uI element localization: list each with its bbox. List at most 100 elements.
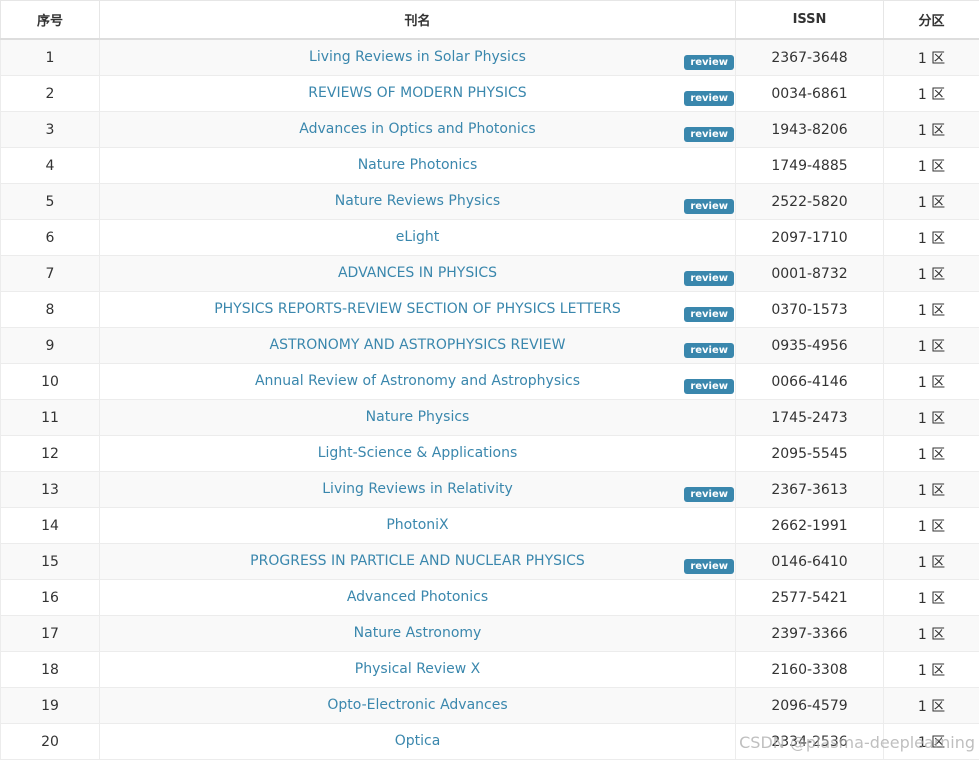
table-header: 序号 刊名 ISSN 分区 <box>1 1 979 40</box>
row-journal-name-cell: PROGRESS IN PARTICLE AND NUCLEAR PHYSICS… <box>100 544 736 580</box>
header-issn[interactable]: ISSN <box>736 1 884 40</box>
table-row: 11Nature Physics1745-24731 区 <box>1 400 979 436</box>
row-index: 11 <box>1 400 100 436</box>
journal-name-link[interactable]: Nature Reviews Physics <box>335 193 500 209</box>
table-row: 9ASTRONOMY AND ASTROPHYSICS REVIEWreview… <box>1 328 979 364</box>
journal-name-link[interactable]: REVIEWS OF MODERN PHYSICS <box>308 85 526 101</box>
row-issn: 2577-5421 <box>736 580 884 616</box>
row-zone: 1 区 <box>884 688 979 724</box>
table-row: 12Light-Science & Applications2095-55451… <box>1 436 979 472</box>
row-journal-name-cell: Nature Photonics <box>100 148 736 184</box>
row-journal-name-cell: PHYSICS REPORTS-REVIEW SECTION OF PHYSIC… <box>100 292 736 328</box>
row-issn: 1749-4885 <box>736 148 884 184</box>
row-zone: 1 区 <box>884 652 979 688</box>
journal-name-link[interactable]: Advances in Optics and Photonics <box>299 121 535 137</box>
journal-name-link[interactable]: eLight <box>396 229 440 245</box>
row-zone: 1 区 <box>884 76 979 112</box>
row-journal-name-cell: Living Reviews in Relativity review <box>100 472 736 508</box>
header-name[interactable]: 刊名 <box>100 1 736 40</box>
row-zone: 1 区 <box>884 544 979 580</box>
review-badge: review <box>684 343 734 358</box>
header-zone[interactable]: 分区 <box>884 1 979 40</box>
table-row: 16Advanced Photonics2577-54211 区 <box>1 580 979 616</box>
row-index: 7 <box>1 256 100 292</box>
journal-name-link[interactable]: Living Reviews in Relativity <box>322 481 513 497</box>
table-row: 4Nature Photonics1749-48851 区 <box>1 148 979 184</box>
row-journal-name-cell: Annual Review of Astronomy and Astrophys… <box>100 364 736 400</box>
table-row: 2REVIEWS OF MODERN PHYSICSreview0034-686… <box>1 76 979 112</box>
table-row: 18 Physical Review X 2160-33081 区 <box>1 652 979 688</box>
row-index: 4 <box>1 148 100 184</box>
journal-name-link[interactable]: ADVANCES IN PHYSICS <box>338 265 497 281</box>
row-zone: 1 区 <box>884 328 979 364</box>
review-badge: review <box>684 307 734 322</box>
row-issn: 2095-5545 <box>736 436 884 472</box>
row-zone: 1 区 <box>884 616 979 652</box>
row-issn: 2096-4579 <box>736 688 884 724</box>
row-index: 5 <box>1 184 100 220</box>
journal-name-link[interactable]: Opto-Electronic Advances <box>327 697 507 713</box>
journal-name-link[interactable]: Optica <box>395 733 441 749</box>
row-index: 1 <box>1 39 100 76</box>
row-index: 19 <box>1 688 100 724</box>
row-issn: 2334-2536 <box>736 724 884 760</box>
row-index: 8 <box>1 292 100 328</box>
row-issn: 0370-1573 <box>736 292 884 328</box>
row-journal-name-cell: Advances in Optics and Photonics review <box>100 112 736 148</box>
table-row: 13Living Reviews in Relativityreview2367… <box>1 472 979 508</box>
journal-name-link[interactable]: Nature Astronomy <box>354 625 482 641</box>
review-badge: review <box>684 199 734 214</box>
row-zone: 1 区 <box>884 39 979 76</box>
row-issn: 0001-8732 <box>736 256 884 292</box>
row-issn: 0066-4146 <box>736 364 884 400</box>
row-index: 15 <box>1 544 100 580</box>
row-zone: 1 区 <box>884 436 979 472</box>
journal-name-link[interactable]: Physical Review X <box>355 661 480 677</box>
row-journal-name-cell: ADVANCES IN PHYSICSreview <box>100 256 736 292</box>
row-zone: 1 区 <box>884 580 979 616</box>
review-badge: review <box>684 379 734 394</box>
row-index: 13 <box>1 472 100 508</box>
journal-name-link[interactable]: ASTRONOMY AND ASTROPHYSICS REVIEW <box>270 337 566 353</box>
row-index: 20 <box>1 724 100 760</box>
row-issn: 2397-3366 <box>736 616 884 652</box>
row-issn: 0146-6410 <box>736 544 884 580</box>
row-issn: 2160-3308 <box>736 652 884 688</box>
header-index[interactable]: 序号 <box>1 1 100 40</box>
journal-name-link[interactable]: Light-Science & Applications <box>318 445 518 461</box>
journal-name-link[interactable]: Living Reviews in Solar Physics <box>309 49 526 65</box>
row-zone: 1 区 <box>884 724 979 760</box>
journal-name-link[interactable]: Annual Review of Astronomy and Astrophys… <box>255 373 580 389</box>
journal-name-link[interactable]: PROGRESS IN PARTICLE AND NUCLEAR PHYSICS <box>250 553 585 569</box>
journal-name-link[interactable]: Advanced Photonics <box>347 589 488 605</box>
row-zone: 1 区 <box>884 112 979 148</box>
table-row: 5Nature Reviews Physicsreview2522-58201 … <box>1 184 979 220</box>
review-badge: review <box>684 559 734 574</box>
journal-table: 序号 刊名 ISSN 分区 1Living Reviews in Solar P… <box>0 0 979 760</box>
row-issn: 2662-1991 <box>736 508 884 544</box>
table-row: 14PhotoniX2662-19911 区 <box>1 508 979 544</box>
row-journal-name-cell: ASTRONOMY AND ASTROPHYSICS REVIEW review <box>100 328 736 364</box>
row-issn: 2097-1710 <box>736 220 884 256</box>
table-row: 1Living Reviews in Solar Physicsreview23… <box>1 39 979 76</box>
table-row: 6eLight2097-17101 区 <box>1 220 979 256</box>
table-row: 8 PHYSICS REPORTS-REVIEW SECTION OF PHYSI… <box>1 292 979 328</box>
row-index: 18 <box>1 652 100 688</box>
row-issn: 0034-6861 <box>736 76 884 112</box>
review-badge: review <box>684 487 734 502</box>
review-badge: review <box>684 127 734 142</box>
journal-name-link[interactable]: Nature Physics <box>366 409 470 425</box>
row-issn: 2522-5820 <box>736 184 884 220</box>
row-zone: 1 区 <box>884 400 979 436</box>
row-journal-name-cell: Physical Review X <box>100 652 736 688</box>
journal-name-link[interactable]: PHYSICS REPORTS-REVIEW SECTION OF PHYSIC… <box>214 301 621 317</box>
row-index: 14 <box>1 508 100 544</box>
table-row: 3Advances in Optics and Photonicsreview1… <box>1 112 979 148</box>
table-row: 19 Opto-Electronic Advances 2096-45791 区 <box>1 688 979 724</box>
journal-name-link[interactable]: Nature Photonics <box>358 157 478 173</box>
table-row: 10Annual Review of Astronomy and Astroph… <box>1 364 979 400</box>
table-body: 1Living Reviews in Solar Physicsreview23… <box>1 39 979 760</box>
row-issn: 2367-3648 <box>736 39 884 76</box>
row-journal-name-cell: Living Reviews in Solar Physicsreview <box>100 39 736 76</box>
journal-name-link[interactable]: PhotoniX <box>386 517 448 533</box>
